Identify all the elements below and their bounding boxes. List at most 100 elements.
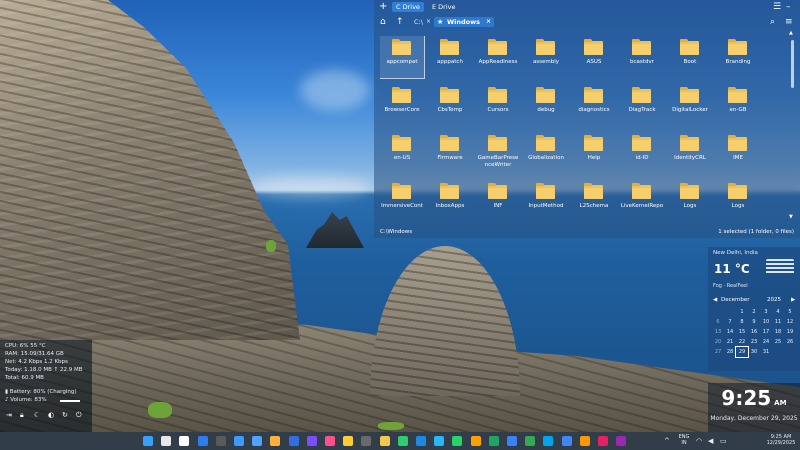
- new-tab-icon[interactable]: +: [379, 0, 387, 14]
- scroll-down-icon[interactable]: ▼: [789, 214, 793, 220]
- next-month-icon[interactable]: ▶: [791, 297, 795, 303]
- breadcrumb-current[interactable]: ★ Windows ×: [434, 17, 495, 27]
- close-breadcrumb-icon[interactable]: ×: [426, 17, 431, 27]
- start-button[interactable]: [143, 436, 153, 446]
- folder-item[interactable]: DiagTrack: [620, 84, 664, 126]
- taskbar-app-icon[interactable]: [416, 436, 426, 446]
- calendar-day[interactable]: 14: [724, 327, 736, 337]
- volume-bar[interactable]: [60, 400, 80, 402]
- calendar-day[interactable]: 24: [760, 337, 772, 347]
- folder-item[interactable]: L2Schema: [572, 180, 616, 208]
- taskbar-app-icon[interactable]: [470, 436, 481, 446]
- taskbar-app-icon[interactable]: [234, 436, 244, 446]
- taskbar-app-icon[interactable]: [197, 436, 208, 446]
- folder-item[interactable]: ASUS: [572, 36, 616, 78]
- folder-item[interactable]: LiveKernelReports: [620, 180, 664, 208]
- folder-item[interactable]: id-ID: [620, 132, 664, 174]
- menu-icon[interactable]: ≡: [785, 16, 793, 28]
- taskbar-app-icon[interactable]: [434, 436, 445, 446]
- calendar-day[interactable]: 18: [772, 327, 784, 337]
- hibernate-icon[interactable]: ◐: [48, 410, 54, 420]
- folder-item[interactable]: diagnostics: [572, 84, 616, 126]
- speaker-icon[interactable]: ◀: [708, 436, 713, 446]
- folder-item[interactable]: BrowserCore: [380, 84, 424, 126]
- chevron-up-icon[interactable]: ^: [664, 436, 670, 446]
- folder-item[interactable]: Globalization: [524, 132, 568, 174]
- calendar-day[interactable]: 8: [736, 317, 748, 327]
- folder-item[interactable]: debug: [524, 84, 568, 126]
- calendar-day[interactable]: 22: [736, 337, 748, 347]
- calendar-day[interactable]: 30: [748, 347, 760, 357]
- list-view-icon[interactable]: ☰: [773, 1, 781, 13]
- calendar-day[interactable]: 20: [712, 337, 724, 347]
- calendar-day[interactable]: 28: [724, 347, 736, 357]
- folder-item[interactable]: assembly: [524, 36, 568, 78]
- power-icon[interactable]: ⏻: [76, 410, 82, 420]
- taskbar-app-icon[interactable]: [616, 436, 627, 446]
- folder-item[interactable]: appcompat: [380, 36, 425, 79]
- folder-item[interactable]: ImmersiveControlPanel: [380, 180, 424, 208]
- calendar-day[interactable]: 19: [784, 327, 796, 337]
- calendar-day[interactable]: 13: [712, 327, 724, 337]
- calendar-day[interactable]: 3: [760, 307, 772, 317]
- scroll-thumb[interactable]: [791, 40, 794, 88]
- taskbar-app-icon[interactable]: [215, 436, 226, 446]
- taskbar-app-icon[interactable]: [361, 436, 372, 446]
- battery-icon[interactable]: ▭: [720, 436, 727, 446]
- calendar-day[interactable]: 27: [712, 347, 724, 357]
- tray-clock[interactable]: 9:25 AM 12/29/2025: [764, 434, 798, 446]
- calendar-day[interactable]: [784, 347, 796, 357]
- close-breadcrumb-icon[interactable]: ×: [486, 17, 491, 27]
- calendar-day[interactable]: 29: [735, 346, 749, 358]
- calendar-day[interactable]: 1: [736, 307, 748, 317]
- calendar-day[interactable]: 7: [724, 317, 736, 327]
- folder-item[interactable]: IdentityCRL: [668, 132, 712, 174]
- taskbar-app-icon[interactable]: [579, 436, 590, 446]
- calendar-day[interactable]: 11: [772, 317, 784, 327]
- folder-item[interactable]: DigitalLocker: [668, 84, 712, 126]
- calendar-day[interactable]: 4: [772, 307, 784, 317]
- folder-item[interactable]: apppatch: [428, 36, 472, 78]
- language-indicator[interactable]: ENG IN: [676, 434, 692, 446]
- taskbar-app-icon[interactable]: [288, 436, 299, 446]
- vertical-scrollbar[interactable]: ▲ ▼: [789, 30, 795, 220]
- calendar-day[interactable]: 6: [712, 317, 724, 327]
- wifi-icon[interactable]: ◠: [696, 436, 702, 446]
- calendar-day[interactable]: 9: [748, 317, 760, 327]
- calendar-day[interactable]: 23: [748, 337, 760, 347]
- calendar-day[interactable]: 26: [784, 337, 796, 347]
- folder-item[interactable]: INF: [476, 180, 520, 208]
- folder-item[interactable]: Firmware: [428, 132, 472, 174]
- taskbar-app-icon[interactable]: [306, 436, 317, 446]
- tab-e-drive[interactable]: E Drive: [428, 2, 460, 12]
- folder-item[interactable]: Logs: [668, 180, 712, 208]
- prev-month-icon[interactable]: ◀: [713, 297, 717, 303]
- calendar-day[interactable]: [712, 307, 724, 317]
- breadcrumb-root[interactable]: C:\: [414, 18, 423, 27]
- calendar-day[interactable]: 12: [784, 317, 796, 327]
- calendar-day[interactable]: 31: [760, 347, 772, 357]
- sleep-icon[interactable]: ☾: [34, 410, 40, 420]
- calendar-day[interactable]: [772, 347, 784, 357]
- home-icon[interactable]: ⌂: [380, 16, 386, 28]
- file-explorer-window[interactable]: + C Drive E Drive ☰ – ⌂ ↑ C:\ × ★ Window…: [374, 0, 800, 238]
- taskbar-app-icon[interactable]: [488, 436, 499, 446]
- taskbar-app-icon[interactable]: [507, 436, 517, 446]
- calendar-day[interactable]: 21: [724, 337, 736, 347]
- restart-icon[interactable]: ↻: [62, 410, 68, 420]
- taskbar-app-icon[interactable]: [325, 436, 335, 446]
- folder-item[interactable]: IME: [716, 132, 760, 174]
- calendar-day[interactable]: 16: [748, 327, 760, 337]
- taskbar-app-icon[interactable]: [161, 436, 172, 446]
- folder-item[interactable]: Help: [572, 132, 616, 174]
- folder-item[interactable]: GameBarPresenceWriter: [476, 132, 520, 174]
- calendar-day[interactable]: [724, 307, 736, 317]
- taskbar-app-icon[interactable]: [252, 436, 263, 446]
- folder-item[interactable]: Logs: [716, 180, 760, 208]
- taskbar-app-icon[interactable]: [452, 436, 463, 446]
- folder-item[interactable]: en-US: [380, 132, 424, 174]
- sign-out-icon[interactable]: ⇥: [6, 410, 12, 420]
- taskbar-app-icon[interactable]: [270, 436, 281, 446]
- folder-item[interactable]: CbsTemp: [428, 84, 472, 126]
- taskbar-app-icon[interactable]: [179, 436, 190, 446]
